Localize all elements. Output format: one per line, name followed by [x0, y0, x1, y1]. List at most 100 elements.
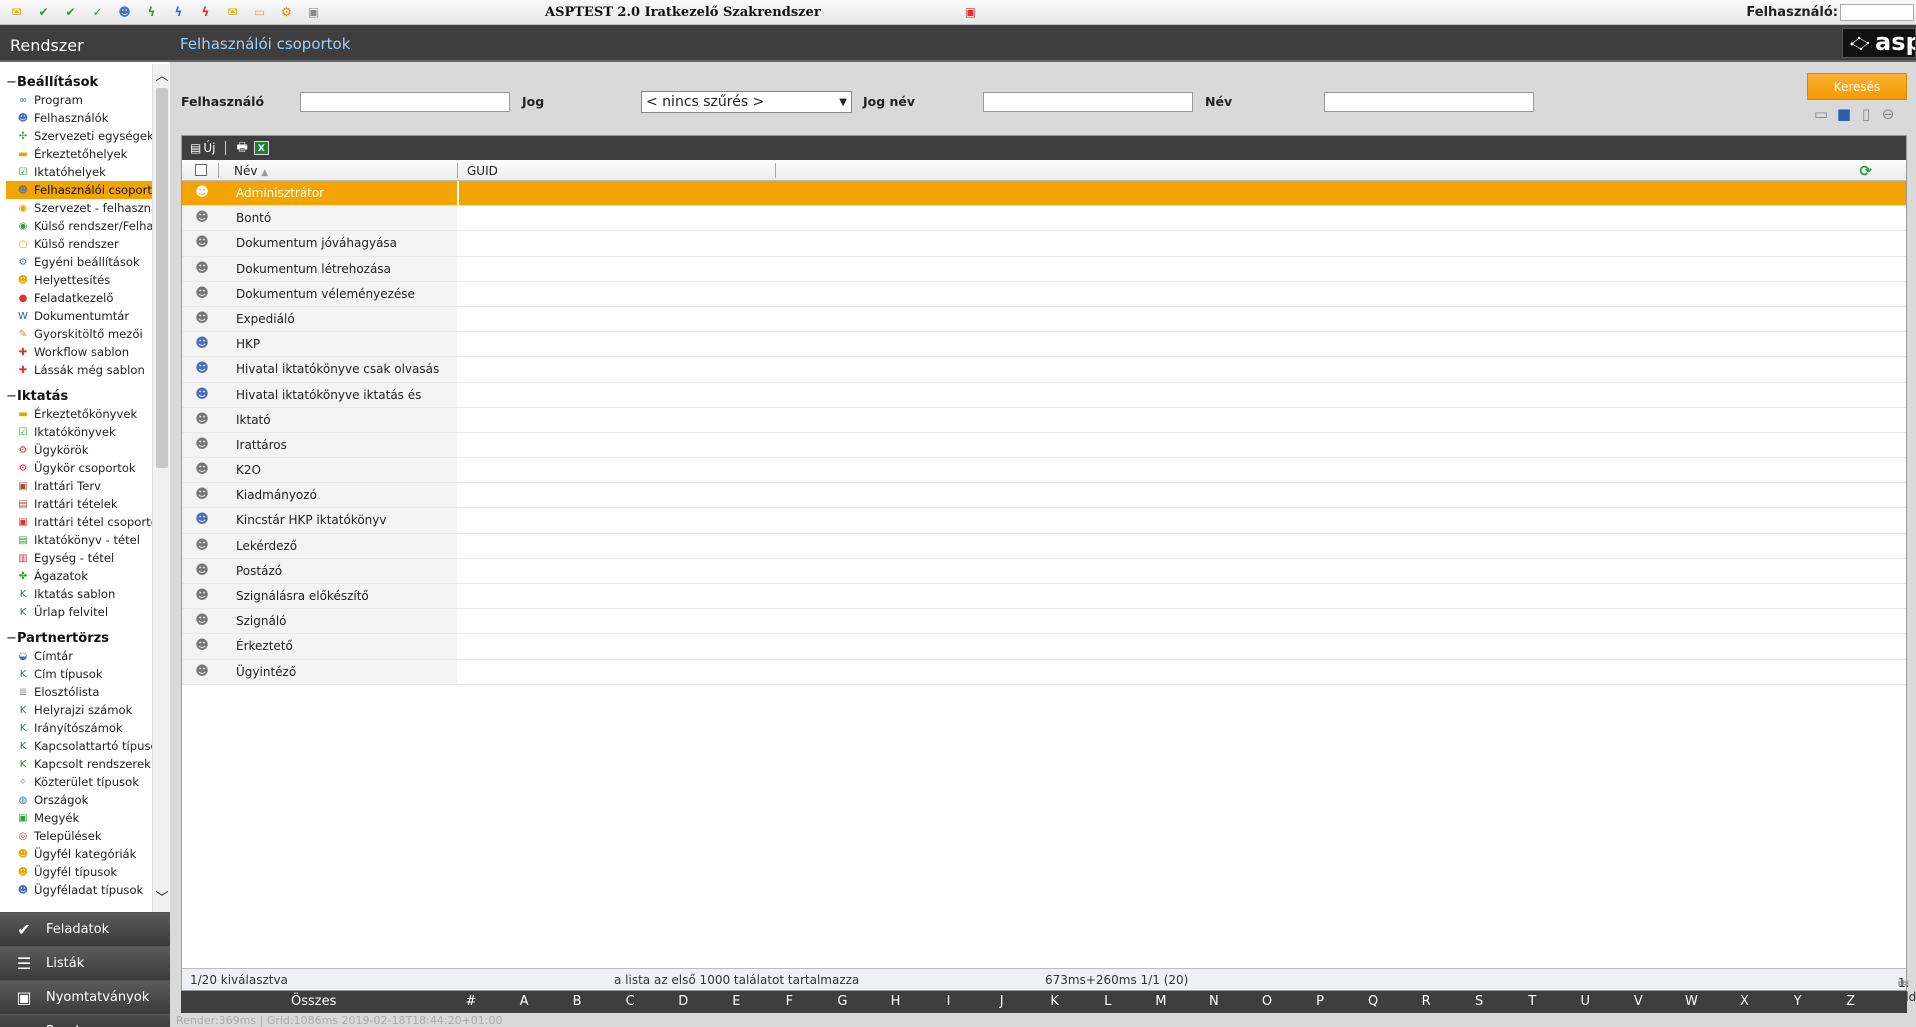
sidebar-item[interactable]: ○ Külső rendszer [0, 235, 152, 253]
chevron-up-icon[interactable]: ︿ [155, 70, 169, 84]
check-double-icon[interactable]: ✔ [62, 4, 79, 20]
select-all-checkbox[interactable] [195, 164, 207, 176]
table-row[interactable]: ☻ Szignáló [182, 609, 1906, 635]
refresh-icon[interactable]: ⟳ [1859, 162, 1872, 180]
alphabet-letter[interactable]: J [992, 994, 1012, 1009]
sidebar-item[interactable]: ☑ Iktatóhelyek [0, 163, 152, 181]
collapse-icon[interactable]: − [6, 631, 17, 646]
table-row[interactable]: ☻ Hivatal iktatókönyve iktatás és olvasás [182, 382, 1906, 427]
environment-icon[interactable]: ▣ [962, 4, 979, 20]
alphabet-letter[interactable]: H [886, 994, 906, 1009]
name-filter-input[interactable] [1324, 92, 1534, 112]
sidebar-item[interactable]: ◎ Települések [0, 827, 152, 845]
bottom-nav-item[interactable]: ✔ Feladatok [0, 912, 170, 946]
collapse-icon[interactable]: − [6, 75, 17, 90]
check-green-icon[interactable]: ✔ [35, 4, 52, 20]
user-filter-input[interactable] [300, 92, 510, 112]
sidebar-item[interactable]: ▥ Egység - tétel [0, 549, 152, 567]
sidebar-item[interactable]: ◒ Címtár [0, 647, 152, 665]
sidebar-item[interactable]: ▣ Megyék [0, 809, 152, 827]
chevron-down-icon[interactable]: ﹀ [155, 892, 169, 906]
sidebar-item[interactable]: ⚙ Ügykörök [0, 441, 152, 459]
alphabet-letter[interactable]: G [832, 994, 852, 1009]
alphabet-letter[interactable]: L [1098, 994, 1118, 1009]
alphabet-letter[interactable]: C [620, 994, 640, 1009]
sidebar-item[interactable]: ◉ Külső rendszer/Felhasz [0, 217, 152, 235]
table-row[interactable]: ☻ Iktató [182, 407, 1906, 433]
sidebar-item[interactable]: ✤ Ágazatok [0, 567, 152, 585]
save-icon[interactable]: ■ [1834, 104, 1854, 124]
sidebar-item[interactable]: ☻ Ügyfél típusok [0, 863, 152, 881]
envelope-icon[interactable]: ✉ [8, 4, 25, 20]
excel-export-button[interactable]: X [253, 141, 269, 155]
sidebar-item[interactable]: K Helyrajzi számok [0, 701, 152, 719]
new-button[interactable]: ▤ Új [190, 141, 215, 155]
sidebar-scrollbar[interactable]: ︿ ﹀ [152, 64, 170, 912]
sidebar-item[interactable]: ⚙ Egyéni beállítások [0, 253, 152, 271]
sidebar-item[interactable]: W Dokumentumtár [0, 307, 152, 325]
right-name-filter-input[interactable] [983, 92, 1193, 112]
alphabet-letter[interactable]: K [1045, 994, 1065, 1009]
sidebar-item[interactable]: ✚ Lássák még sablon [0, 361, 152, 379]
alphabet-letter[interactable]: F [779, 994, 799, 1009]
alphabet-letter[interactable]: O [1257, 994, 1277, 1009]
sidebar-item[interactable]: ◉ Szervezet - felhasználó [0, 199, 152, 217]
print-button[interactable]: 🖶 [236, 138, 247, 159]
alphabet-letter[interactable]: Z [1841, 994, 1861, 1009]
alphabet-letter[interactable]: M [1151, 994, 1171, 1009]
sidebar-item[interactable]: ☻ Felhasználók [0, 109, 152, 127]
scrollbar-thumb[interactable] [156, 88, 168, 468]
alphabet-letter[interactable]: V [1628, 994, 1648, 1009]
nav-section-2[interactable]: − Partnertörzs [0, 629, 152, 647]
alphabet-letter[interactable]: Q [1363, 994, 1383, 1009]
table-row[interactable]: ☻ Dokumentum véleményezése [182, 281, 1906, 307]
table-row[interactable]: ☻ Ügyintéző [182, 659, 1906, 685]
current-user-field[interactable] [1840, 4, 1914, 21]
table-row[interactable]: ☻ K2O [182, 458, 1906, 484]
user-icon[interactable]: ☻ [116, 4, 133, 20]
sidebar-item[interactable]: ☻ Ügyféladat típusok [0, 881, 152, 899]
sidebar-item[interactable]: ✎ Gyorskitöltő mezői [0, 325, 152, 343]
bottom-nav-item[interactable]: ▣ Nyomtatványok [0, 980, 170, 1014]
lightning-blue-icon[interactable]: ϟ [170, 4, 187, 20]
sidebar-item[interactable]: ✚ Workflow sablon [0, 343, 152, 361]
sidebar-item[interactable]: ◍ Országok [0, 791, 152, 809]
column-header-name[interactable]: Név ▲ [234, 164, 268, 178]
sidebar-item[interactable]: ☻ Ügyfél kategóriák [0, 845, 152, 863]
sidebar-item[interactable]: ☻ Helyettesítés [0, 271, 152, 289]
alphabet-letter[interactable]: W [1681, 994, 1701, 1009]
next-page-icon[interactable]: ⇨ [1898, 976, 1908, 990]
clear-icon[interactable]: ⊖ [1878, 104, 1898, 124]
check-small-icon[interactable]: ✓ [89, 4, 106, 20]
table-row[interactable]: ☻ Bontó [182, 206, 1906, 232]
table-row[interactable]: ☻ HKP [182, 332, 1906, 358]
lightning-red-icon[interactable]: ϟ [197, 4, 214, 20]
table-row[interactable]: ☻ Postázó [182, 558, 1906, 584]
table-row[interactable]: ☻ Lekérdező [182, 533, 1906, 559]
mail-icon[interactable]: ✉ [224, 4, 241, 20]
sidebar-item[interactable]: ▣ Irattári tétel csoportok [0, 513, 152, 531]
gear-icon[interactable]: ⚙ [278, 4, 295, 20]
alphabet-letter[interactable]: E [726, 994, 746, 1009]
alphabet-letter[interactable]: B [567, 994, 587, 1009]
alphabet-all[interactable]: Összes [291, 994, 336, 1009]
document-icon[interactable]: ▯ [1856, 104, 1876, 124]
sidebar-item[interactable]: ∞ Program [0, 91, 152, 109]
sidebar-item[interactable]: ≣ Elosztólista [0, 683, 152, 701]
sidebar-item[interactable]: K Cím típusok [0, 665, 152, 683]
nav-section-1[interactable]: − Iktatás [0, 387, 152, 405]
table-row[interactable]: ☻ Dokumentum létrehozása [182, 256, 1906, 282]
alphabet-letter[interactable]: P [1310, 994, 1330, 1009]
table-row[interactable]: ☻ Adminisztrátor [182, 181, 1906, 207]
table-row[interactable]: ☻ Kiadmányozó [182, 483, 1906, 509]
alphabet-letter[interactable]: U [1575, 994, 1595, 1009]
sidebar-item[interactable]: ☻ Felhasználói csoportok [6, 181, 152, 199]
column-header-guid[interactable]: GUID [467, 164, 498, 178]
note-icon[interactable]: ▭ [251, 4, 268, 20]
lightning-green-icon[interactable]: ϟ [143, 4, 160, 20]
sidebar-item[interactable]: ☑ Iktatókönyvek [0, 423, 152, 441]
alphabet-letter[interactable]: S [1469, 994, 1489, 1009]
alphabet-letter[interactable]: # [461, 994, 481, 1009]
nav-section-0[interactable]: − Beállítások [0, 73, 152, 91]
sidebar-item[interactable]: K Irányítószámok [0, 719, 152, 737]
